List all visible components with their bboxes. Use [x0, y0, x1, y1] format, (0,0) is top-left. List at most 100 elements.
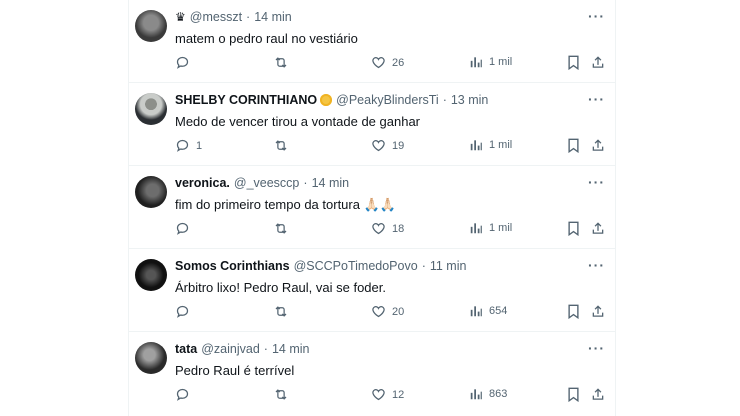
retweet-icon: [275, 306, 287, 317]
bookmark-icon: [568, 304, 579, 319]
bookmark-icon: [568, 55, 579, 70]
more-options-icon[interactable]: ···: [588, 174, 605, 190]
display-name[interactable]: veronica.: [175, 175, 230, 191]
more-options-icon[interactable]: ···: [588, 257, 605, 273]
like-button[interactable]: 19: [371, 138, 404, 153]
display-name[interactable]: Somos Corinthians: [175, 258, 290, 274]
more-options-icon[interactable]: ···: [588, 340, 605, 356]
handle[interactable]: @zainjvad: [201, 341, 260, 357]
handle[interactable]: @messzt: [190, 9, 242, 25]
retweet-icon: [275, 57, 287, 68]
share-button[interactable]: [591, 387, 605, 402]
timestamp[interactable]: 14 min: [312, 175, 350, 191]
like-button[interactable]: 26: [371, 55, 404, 70]
retweet-icon: [275, 140, 287, 151]
share-icon: [592, 56, 604, 68]
bookmark-button[interactable]: [567, 138, 580, 153]
views-chart-icon: [470, 223, 482, 234]
separator-dot: ·: [442, 93, 447, 107]
timestamp[interactable]: 11 min: [430, 258, 467, 274]
view-count: 1 mil: [489, 139, 513, 151]
retweet-button[interactable]: [273, 387, 289, 402]
views-chart-icon: [470, 389, 482, 400]
like-count: 26: [392, 56, 405, 69]
avatar[interactable]: [135, 93, 167, 125]
tweet-actions: 26 1 mil: [129, 55, 615, 73]
views-chart-icon: [470, 57, 482, 68]
tweet[interactable]: tata @zainjvad · 14 min ··· Pedro Raul é…: [129, 332, 615, 414]
share-button[interactable]: [591, 138, 605, 153]
handle[interactable]: @SCCPoTimedoPovo: [294, 258, 418, 274]
avatar[interactable]: [135, 342, 167, 374]
heart-icon: [372, 140, 385, 152]
bookmark-button[interactable]: [567, 387, 580, 402]
tweet[interactable]: veronica. @_veesccp · 14 min ··· fim do …: [129, 166, 615, 249]
bookmark-button[interactable]: [567, 304, 580, 319]
retweet-button[interactable]: [273, 221, 289, 236]
reply-icon: [176, 56, 189, 69]
tweet-actions: 12 863: [129, 387, 615, 405]
retweet-button[interactable]: [273, 55, 289, 70]
like-count: 18: [392, 222, 405, 235]
retweet-button[interactable]: [273, 138, 289, 153]
views-button[interactable]: 1 mil: [469, 138, 512, 152]
tweet-text: Pedro Raul é terrível: [175, 363, 295, 378]
tweet[interactable]: SHELBY CORINTHIANO @PeakyBlindersTi · 13…: [129, 83, 615, 166]
avatar[interactable]: [135, 10, 167, 42]
retweet-icon: [275, 223, 287, 234]
like-button[interactable]: 12: [371, 387, 404, 402]
retweet-button[interactable]: [273, 304, 289, 319]
display-name[interactable]: SHELBY CORINTHIANO: [175, 92, 317, 108]
avatar[interactable]: [135, 259, 167, 291]
separator-dot: ·: [246, 10, 251, 24]
separator-dot: ·: [263, 342, 268, 356]
reply-button[interactable]: 1: [175, 138, 202, 153]
retweet-icon: [275, 389, 287, 400]
like-count: 12: [392, 388, 405, 401]
reply-icon: [176, 388, 189, 401]
views-button[interactable]: 863: [469, 387, 507, 401]
tweet-header: Somos Corinthians @SCCPoTimedoPovo · 11 …: [175, 258, 466, 274]
avatar[interactable]: [135, 176, 167, 208]
bookmark-button[interactable]: [567, 221, 580, 236]
share-button[interactable]: [591, 55, 605, 70]
more-options-icon[interactable]: ···: [588, 91, 605, 107]
bookmark-button[interactable]: [567, 55, 580, 70]
coin-badge-icon: [320, 94, 333, 106]
share-icon: [592, 305, 604, 317]
views-chart-icon: [470, 140, 482, 151]
share-button[interactable]: [591, 221, 605, 236]
handle[interactable]: @PeakyBlindersTi: [336, 92, 439, 108]
views-button[interactable]: 1 mil: [469, 221, 512, 235]
share-icon: [592, 222, 604, 234]
reply-button[interactable]: [175, 55, 196, 70]
reply-button[interactable]: [175, 387, 196, 402]
heart-icon: [372, 223, 385, 235]
handle[interactable]: @_veesccp: [234, 175, 300, 191]
tweet[interactable]: ♛ @messzt · 14 min ··· matem o pedro rau…: [129, 0, 615, 83]
crown-icon: ♛: [175, 10, 186, 24]
timestamp[interactable]: 14 min: [254, 9, 292, 25]
share-icon: [592, 139, 604, 151]
display-name[interactable]: tata: [175, 341, 197, 357]
tweet[interactable]: Somos Corinthians @SCCPoTimedoPovo · 11 …: [129, 249, 615, 332]
share-button[interactable]: [591, 304, 605, 319]
timestamp[interactable]: 13 min: [451, 92, 489, 108]
timestamp[interactable]: 14 min: [272, 341, 310, 357]
reply-button[interactable]: [175, 304, 196, 319]
more-options-icon[interactable]: ···: [588, 8, 605, 24]
tweet-feed: ♛ @messzt · 14 min ··· matem o pedro rau…: [128, 0, 616, 416]
like-button[interactable]: 18: [371, 221, 404, 236]
reply-icon: [176, 139, 189, 152]
reply-button[interactable]: [175, 221, 196, 236]
bookmark-icon: [568, 221, 579, 236]
view-count: 863: [489, 388, 508, 400]
bookmark-icon: [568, 387, 579, 402]
views-button[interactable]: 1 mil: [469, 55, 512, 69]
tweet-text: fim do primeiro tempo da tortura 🙏🏻🙏🏻: [175, 197, 396, 212]
separator-dot: ·: [421, 259, 426, 273]
tweet-text: Medo de vencer tirou a vontade de ganhar: [175, 114, 421, 129]
views-button[interactable]: 654: [469, 304, 507, 318]
like-button[interactable]: 20: [371, 304, 404, 319]
view-count: 654: [489, 305, 508, 317]
